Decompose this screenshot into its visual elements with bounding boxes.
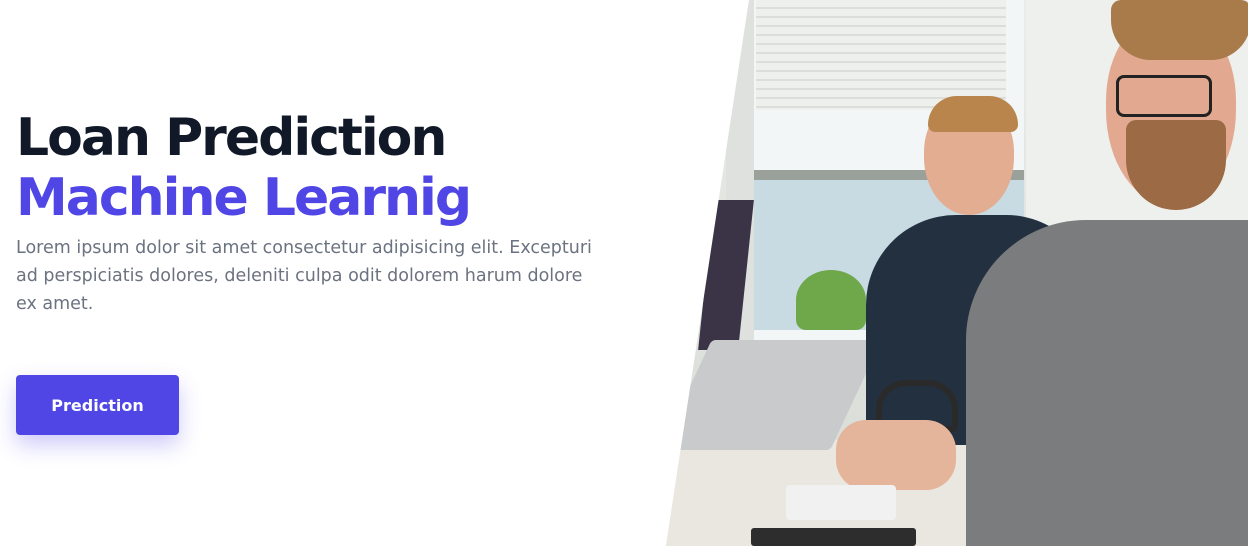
hero-title: Loan Prediction — [16, 108, 447, 168]
hero-text: Loan Prediction Machine Learnig Lorem ip… — [16, 108, 616, 318]
prediction-button[interactable]: Prediction — [16, 375, 179, 435]
hero-description: Lorem ipsum dolor sit amet consectetur a… — [16, 238, 592, 314]
hero-image-office-workers — [666, 0, 1248, 546]
hero-subtitle: Machine Learnig — [16, 168, 472, 228]
